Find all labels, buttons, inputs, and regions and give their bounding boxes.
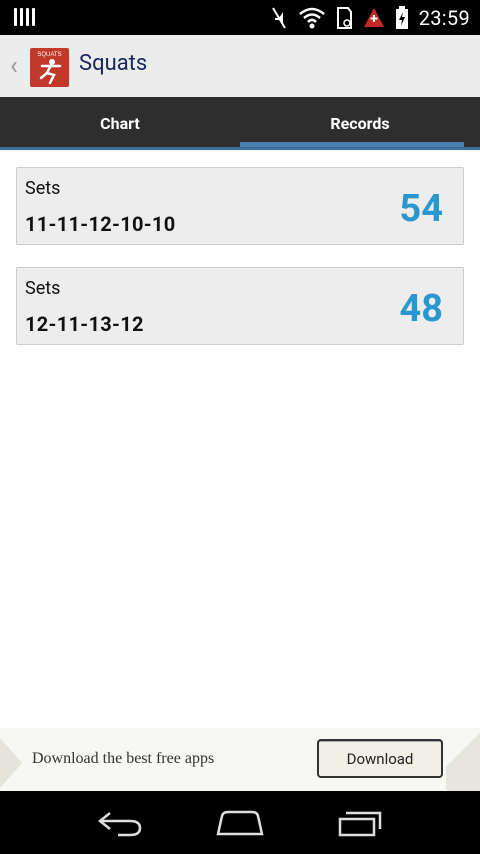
action-bar: ‹ SQUATS Squats	[0, 35, 480, 97]
back-button[interactable]	[90, 803, 150, 843]
tab-label: Chart	[100, 114, 140, 133]
recents-icon	[338, 811, 382, 836]
record-card[interactable]: Sets 11-11-12-10-10 54	[16, 167, 464, 245]
alert-icon	[363, 7, 384, 27]
record-label: Sets	[25, 278, 61, 299]
sd-card-icon	[336, 6, 352, 29]
clock: 23:59	[418, 5, 470, 30]
ad-banner[interactable]: Download the best free apps Download	[0, 728, 480, 791]
tab-records[interactable]: Records	[240, 97, 480, 150]
ad-text: Download the best free apps	[32, 750, 215, 767]
page-title: Squats	[79, 51, 148, 76]
tab-divider	[0, 147, 480, 150]
back-icon	[97, 811, 142, 836]
tab-bar: Chart Records	[0, 97, 480, 150]
record-sets: 11-11-12-10-10	[25, 212, 176, 236]
tab-chart[interactable]: Chart	[0, 97, 240, 150]
home-button[interactable]	[210, 803, 270, 843]
app-icon-label: SQUATS	[37, 52, 61, 58]
record-label: Sets	[25, 178, 61, 199]
battery-icon	[395, 5, 408, 29]
recents-button[interactable]	[330, 803, 390, 843]
ad-decoration	[0, 738, 22, 788]
record-sets: 12-11-13-12	[25, 312, 144, 336]
wifi-icon	[298, 7, 325, 28]
download-button[interactable]: Download	[317, 739, 443, 778]
navigation-bar	[0, 791, 480, 854]
app-icon[interactable]: SQUATS	[30, 48, 69, 87]
mute-icon	[271, 6, 286, 29]
tab-label: Records	[330, 114, 390, 133]
up-chevron-icon[interactable]: ‹	[10, 51, 18, 81]
home-icon	[216, 810, 264, 835]
ad-decoration	[446, 728, 480, 791]
record-total: 48	[399, 287, 443, 331]
signal-bars-icon	[14, 8, 35, 26]
record-card[interactable]: Sets 12-11-13-12 48	[16, 267, 464, 345]
status-bar: 23:59	[0, 0, 480, 35]
record-total: 54	[399, 187, 443, 231]
